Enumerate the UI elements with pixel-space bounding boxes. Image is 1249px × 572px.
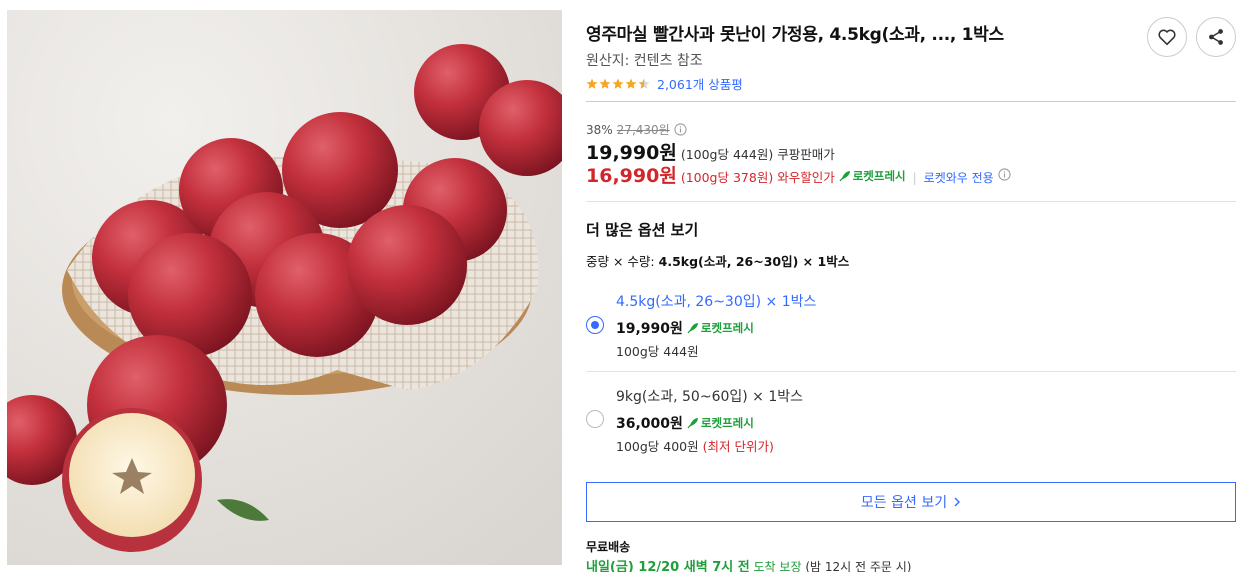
product-title: 영주마실 빨간사과 못난이 가정용, 4.5kg(소과, ..., 1박스 (586, 25, 1004, 45)
original-price: 27,430원 (616, 123, 670, 137)
product-info-panel: 영주마실 빨간사과 못난이 가정용, 4.5kg(소과, ..., 1박스 원산… (586, 0, 1236, 572)
divider (586, 201, 1236, 202)
star-icon (599, 78, 611, 89)
product-origin: 원산지: 컨텐츠 참조 (586, 53, 703, 69)
option-price-row: 19,990원 로켓프레시 (616, 318, 754, 338)
favorite-button[interactable] (1147, 17, 1187, 57)
rocket-fresh-label: 로켓프레시 (852, 169, 906, 183)
apple-basket-photo (7, 10, 562, 565)
info-icon[interactable] (674, 123, 687, 136)
option-name: 4.5kg(소과, 26~30입) × 1박스 (616, 294, 817, 310)
option-price-row: 36,000원 로켓프레시 (616, 413, 754, 433)
delivery-note: (밤 12시 전 주문 시) (805, 560, 912, 572)
star-icon (586, 78, 598, 89)
half-star-icon (638, 78, 650, 89)
rocket-fresh-badge: 로켓프레시 (687, 320, 754, 336)
delivery-date: 내일(금) 12/20 새벽 7시 전 (586, 560, 750, 572)
discount-rate: 38% (586, 122, 613, 137)
rocket-icon (687, 323, 698, 334)
view-all-options-button[interactable]: 모든 옵션 보기 (586, 482, 1236, 522)
free-shipping-label: 무료배송 (586, 540, 631, 554)
option-name: 9kg(소과, 50~60입) × 1박스 (616, 389, 804, 405)
option-item[interactable]: 4.5kg(소과, 26~30입) × 1박스 19,990원 로켓프레시 10… (586, 285, 1236, 370)
option-radio[interactable] (586, 410, 604, 428)
option-item[interactable]: 9kg(소과, 50~60입) × 1박스 36,000원 로켓프레시 100g… (586, 380, 1236, 465)
option-summary-value: 4.5kg(소과, 26~30입) × 1박스 (658, 254, 850, 269)
rocket-fresh-label: 로켓프레시 (700, 321, 754, 335)
wow-price-label: 와우할인가 (777, 170, 835, 185)
share-button[interactable] (1196, 17, 1236, 57)
wow-price-row: 16,990원 (100g당 378원) 와우할인가 로켓프레시 | 로켓와우 … (586, 161, 1011, 188)
divider (586, 101, 1236, 102)
option-price: 19,990원 (616, 321, 683, 337)
review-count-link[interactable]: 2,061개 상품평 (657, 74, 743, 93)
option-unit-price: 100g당 444원 (616, 344, 699, 359)
rocket-wow-only-label: 로켓와우 전용 (923, 171, 994, 185)
product-image[interactable] (7, 10, 562, 565)
view-all-options-label: 모든 옵션 보기 (860, 495, 948, 511)
option-radio-selected[interactable] (586, 316, 604, 334)
star-icon (625, 78, 637, 89)
chevron-right-icon (954, 497, 961, 507)
delivery-guarantee: 도착 보장 (753, 560, 802, 572)
selected-option-summary: 중량 × 수량: 4.5kg(소과, 26~30입) × 1박스 (586, 251, 849, 270)
option-unit-price-row: 100g당 400원 (최저 단위가) (616, 436, 774, 455)
wow-unit-price: (100g당 378원) (680, 170, 774, 185)
rocket-fresh-badge: 로켓프레시 (839, 168, 906, 184)
more-options-title: 더 많은 옵션 보기 (586, 221, 699, 239)
rocket-icon (839, 171, 850, 182)
heart-icon (1158, 29, 1176, 46)
star-icon (612, 78, 624, 89)
option-summary-prefix: 중량 × 수량: (586, 254, 655, 269)
product-rating[interactable]: 2,061개 상품평 (586, 74, 743, 93)
option-price: 36,000원 (616, 416, 683, 432)
discount-row: 38% 27,430원 (586, 121, 687, 138)
wow-price: 16,990원 (586, 165, 677, 187)
rocket-icon (687, 418, 698, 429)
share-icon (1209, 29, 1223, 45)
separator: | (912, 171, 917, 185)
rating-stars (586, 78, 650, 90)
rocket-fresh-label: 로켓프레시 (700, 416, 754, 430)
info-icon[interactable] (998, 168, 1011, 181)
rocket-fresh-badge: 로켓프레시 (687, 415, 754, 431)
divider (586, 371, 1236, 372)
delivery-eta: 내일(금) 12/20 새벽 7시 전 도착 보장 (밤 12시 전 주문 시) (586, 556, 911, 572)
option-unit-price: 100g당 400원 (616, 439, 699, 454)
lowest-unit-price-note: (최저 단위가) (702, 439, 774, 454)
